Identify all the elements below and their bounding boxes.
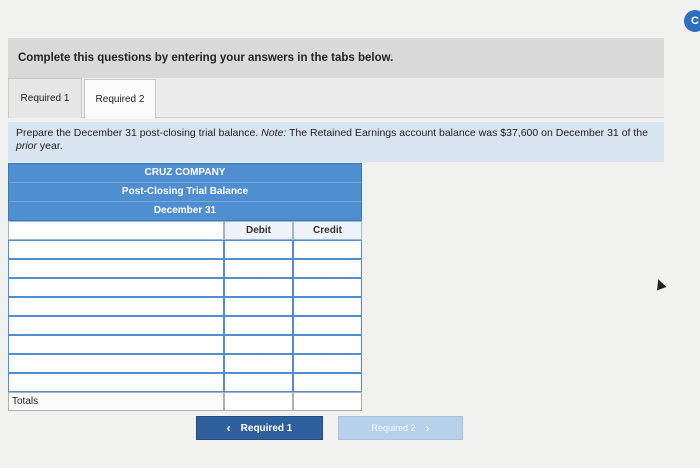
instruction-text: Complete this questions by entering your… bbox=[18, 52, 394, 64]
table-row bbox=[8, 316, 362, 335]
prompt-text: Prepare the December 31 post-closing tri… bbox=[16, 127, 262, 139]
company-name: CRUZ COMPANY bbox=[144, 167, 226, 178]
table-row bbox=[8, 259, 362, 278]
chevron-left-icon: ‹ bbox=[226, 421, 231, 435]
account-input[interactable] bbox=[8, 354, 224, 373]
prompt-note-text: The Retained Earnings account balance wa… bbox=[286, 127, 648, 139]
totals-row: Totals bbox=[8, 392, 362, 411]
debit-input[interactable] bbox=[224, 259, 293, 278]
totals-label: Totals bbox=[8, 392, 224, 411]
prompt-note-label: Note: bbox=[261, 127, 287, 139]
credit-input[interactable] bbox=[293, 354, 362, 373]
statement-date: December 31 bbox=[9, 201, 361, 220]
debit-input[interactable] bbox=[224, 297, 293, 316]
chevron-right-icon: › bbox=[425, 421, 430, 435]
account-input[interactable] bbox=[8, 297, 224, 316]
account-column-header bbox=[8, 221, 224, 240]
account-input[interactable] bbox=[8, 316, 224, 335]
table-header: CRUZ COMPANY Post-Closing Trial Balance … bbox=[8, 163, 362, 221]
tab-bar: Required 1 Required 2 bbox=[8, 78, 664, 119]
table-row bbox=[8, 278, 362, 297]
debit-input[interactable] bbox=[224, 354, 293, 373]
credit-input[interactable] bbox=[293, 335, 362, 354]
prompt-end: year. bbox=[37, 140, 63, 152]
account-input[interactable] bbox=[8, 259, 224, 278]
debit-input[interactable] bbox=[224, 316, 293, 335]
table-row bbox=[8, 297, 362, 316]
column-headers: Debit Credit bbox=[8, 221, 362, 240]
account-input[interactable] bbox=[8, 278, 224, 297]
next-button[interactable]: Required 2 › bbox=[338, 416, 463, 440]
instruction-bar: Complete this questions by entering your… bbox=[8, 38, 664, 78]
tab-required-2[interactable]: Required 2 bbox=[84, 79, 156, 119]
prev-button-label: Required 1 bbox=[240, 422, 293, 434]
credit-input[interactable] bbox=[293, 278, 362, 297]
question-prompt: Prepare the December 31 post-closing tri… bbox=[8, 122, 664, 162]
statement-title: Post-Closing Trial Balance bbox=[9, 182, 361, 201]
credit-input[interactable] bbox=[293, 373, 362, 392]
credit-input[interactable] bbox=[293, 316, 362, 335]
tab-required-1[interactable]: Required 1 bbox=[8, 78, 82, 118]
debit-input[interactable] bbox=[224, 373, 293, 392]
debit-input[interactable] bbox=[224, 335, 293, 354]
account-input[interactable] bbox=[8, 335, 224, 354]
next-button-label: Required 2 bbox=[371, 423, 416, 433]
help-badge[interactable]: C bbox=[684, 10, 700, 32]
tab-label: Required 1 bbox=[20, 93, 70, 104]
debit-input[interactable] bbox=[224, 240, 293, 259]
prev-button[interactable]: ‹ Required 1 bbox=[196, 416, 323, 440]
table-row bbox=[8, 373, 362, 392]
table-row bbox=[8, 240, 362, 259]
total-credit bbox=[293, 392, 362, 411]
credit-input[interactable] bbox=[293, 240, 362, 259]
credit-input[interactable] bbox=[293, 297, 362, 316]
prompt-italic: prior bbox=[16, 140, 38, 152]
total-debit bbox=[224, 392, 293, 411]
help-badge-label: C bbox=[691, 15, 699, 27]
credit-column-header: Credit bbox=[293, 221, 362, 240]
mouse-cursor-icon bbox=[653, 277, 667, 291]
table-row bbox=[8, 354, 362, 373]
table-row bbox=[8, 335, 362, 354]
credit-input[interactable] bbox=[293, 259, 362, 278]
debit-column-header: Debit bbox=[224, 221, 293, 240]
debit-input[interactable] bbox=[224, 278, 293, 297]
account-input[interactable] bbox=[8, 373, 224, 392]
account-input[interactable] bbox=[8, 240, 224, 259]
tab-label: Required 2 bbox=[95, 94, 145, 105]
trial-balance-table: CRUZ COMPANY Post-Closing Trial Balance … bbox=[8, 163, 362, 411]
